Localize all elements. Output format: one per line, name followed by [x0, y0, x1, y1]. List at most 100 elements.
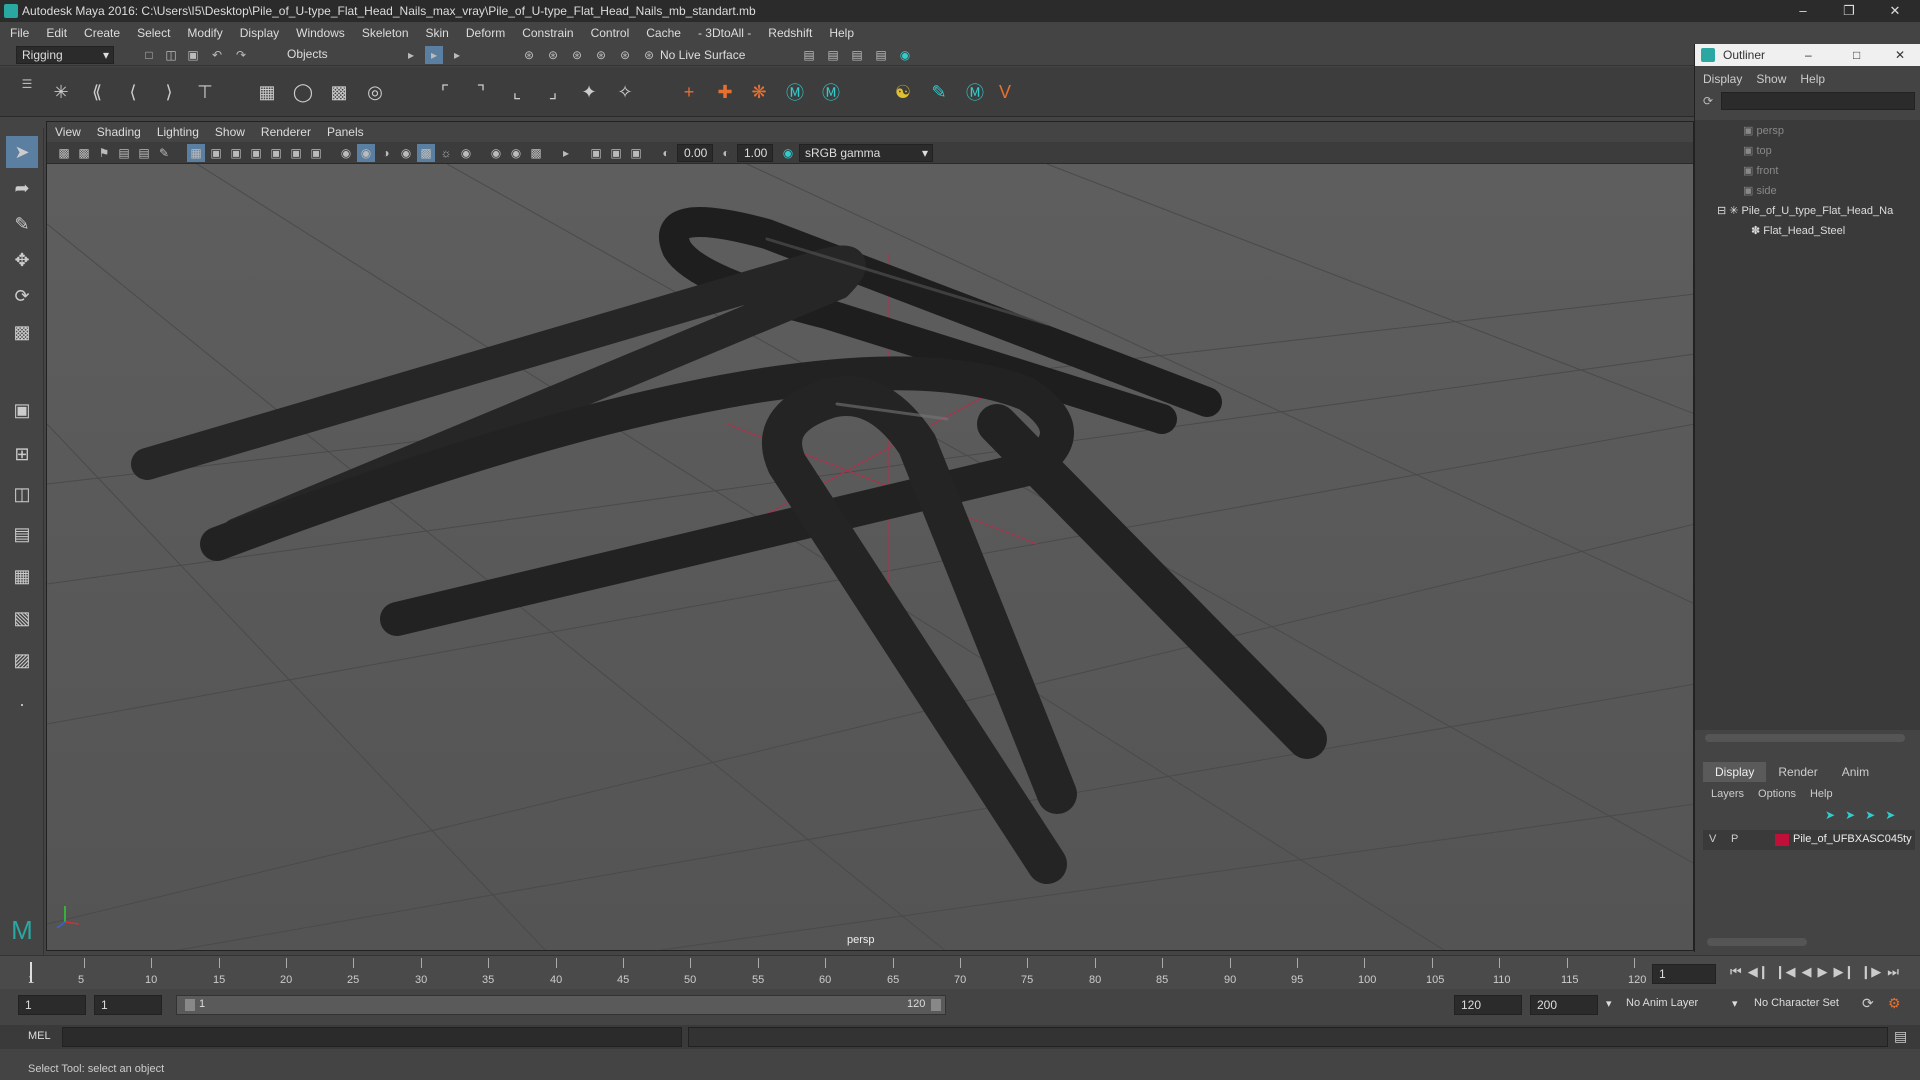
step-back-key-icon[interactable]: ◀❙ [1748, 964, 1769, 980]
xray-joints-icon[interactable]: ◉ [507, 144, 525, 162]
grease-pencil-icon[interactable]: ✎ [155, 144, 173, 162]
layer-playback-toggle[interactable]: P [1731, 833, 1738, 845]
select-object-icon[interactable]: ▸ [425, 46, 443, 64]
menu-3dtoall[interactable]: - 3DtoAll - [698, 26, 751, 40]
outliner-item-persp[interactable]: ▣ persp [1743, 124, 1784, 137]
joint-tool-icon[interactable]: ✳ [48, 79, 74, 105]
layer-move-up-icon[interactable]: ➤ [1825, 808, 1835, 822]
selection-mask-dropdown[interactable]: Objects [282, 46, 378, 64]
new-layer-selected-icon[interactable]: ➤ [1885, 808, 1895, 822]
range-slider[interactable]: 1 120 [176, 995, 946, 1015]
vp-menu-panels[interactable]: Panels [327, 125, 364, 139]
multisample-icon[interactable]: ▣ [587, 144, 605, 162]
toolbox-menu-icon[interactable]: · [6, 688, 38, 720]
menu-select[interactable]: Select [137, 26, 170, 40]
menu-deform[interactable]: Deform [466, 26, 505, 40]
outliner-minimize-button[interactable]: – [1805, 44, 1812, 66]
hud-icon[interactable]: ▸ [557, 144, 575, 162]
detach-skin-icon[interactable]: ⌟ [540, 79, 566, 105]
scale-tool-icon[interactable]: ▩ [6, 316, 38, 348]
layer-move-down-icon[interactable]: ➤ [1845, 808, 1855, 822]
resolution-gate-icon[interactable]: ▣ [227, 144, 245, 162]
color-management-icon[interactable]: ◉ [779, 144, 797, 162]
vp-menu-shading[interactable]: Shading [97, 125, 141, 139]
redo-icon[interactable]: ↷ [232, 46, 250, 64]
play-back-icon[interactable]: ◀ [1801, 964, 1811, 980]
bind-skin-icon[interactable]: ⌜ [432, 79, 458, 105]
exposure-icon[interactable]: ◐ [657, 144, 675, 162]
layer-menu-options[interactable]: Options [1758, 788, 1796, 800]
gate-mask-icon[interactable]: ▣ [247, 144, 265, 162]
select-tool-icon[interactable]: ➤ [6, 136, 38, 168]
outliner-menu-help[interactable]: Help [1800, 72, 1825, 86]
orient-joint-icon[interactable]: ⊤ [192, 79, 218, 105]
tab-render[interactable]: Render [1766, 762, 1829, 782]
layout-single-icon[interactable]: ▣ [6, 394, 38, 426]
ipr-render-icon[interactable]: ▤ [848, 46, 866, 64]
anim-layer-dropdown[interactable]: No Anim Layer [1626, 997, 1698, 1009]
outliner-refresh-icon[interactable]: ⟳ [1703, 94, 1717, 108]
outliner-h-scrollbar[interactable] [1705, 734, 1905, 742]
end-time-field[interactable]: 200 [1530, 995, 1598, 1015]
layout-graph-icon[interactable]: ▨ [6, 644, 38, 676]
layout-four-icon[interactable]: ⊞ [6, 438, 38, 470]
lattice-icon[interactable]: ▦ [254, 79, 280, 105]
character-control-icon[interactable]: Ⓜ [818, 79, 844, 105]
play-forward-icon[interactable]: ▶ [1817, 964, 1827, 980]
hik-icon[interactable]: Ⓜ [782, 79, 808, 105]
motion-blur-icon[interactable]: ▣ [607, 144, 625, 162]
save-scene-icon[interactable]: ▣ [184, 46, 202, 64]
menu-create[interactable]: Create [84, 26, 120, 40]
outliner-menu-show[interactable]: Show [1756, 72, 1786, 86]
bookmark-icon[interactable]: ⚑ [95, 144, 113, 162]
wire-icon[interactable]: ▩ [326, 79, 352, 105]
wireframe-icon[interactable]: ◉ [337, 144, 355, 162]
snap-point-icon[interactable]: ⊛ [568, 46, 586, 64]
snap-view-icon[interactable]: ⊛ [592, 46, 610, 64]
layer-menu-layers[interactable]: Layers [1711, 788, 1744, 800]
menu-file[interactable]: File [10, 26, 29, 40]
outliner-close-button[interactable]: ✕ [1895, 44, 1905, 66]
layout-outliner-icon[interactable]: ▧ [6, 602, 38, 634]
step-forward-icon[interactable]: ▶❙ [1833, 964, 1854, 980]
shadows-icon[interactable]: ☼ [437, 144, 455, 162]
render-settings-icon[interactable]: ▤ [872, 46, 890, 64]
auto-key-icon[interactable]: ⟳ [1862, 995, 1874, 1012]
grid-toggle-icon[interactable]: ▦ [187, 144, 205, 162]
menu-skeleton[interactable]: Skeleton [362, 26, 409, 40]
mode-dropdown[interactable]: Rigging ▾ [16, 46, 114, 64]
snap-plane-icon[interactable]: ⊛ [640, 46, 658, 64]
blend-shape-icon[interactable]: ✧ [612, 79, 638, 105]
layer-h-scrollbar[interactable] [1707, 938, 1807, 946]
layout-three-icon[interactable]: ▦ [6, 560, 38, 592]
go-to-end-icon[interactable]: ⏭ [1887, 964, 1899, 980]
chevron-down-icon[interactable]: ▾ [1606, 997, 1612, 1010]
menu-edit[interactable]: Edit [46, 26, 67, 40]
film-gate-icon[interactable]: ▣ [207, 144, 225, 162]
move-tool-icon[interactable]: ✥ [6, 244, 38, 276]
render-view-icon[interactable]: ▤ [800, 46, 818, 64]
tab-anim[interactable]: Anim [1830, 762, 1881, 782]
layer-visibility-toggle[interactable]: V [1709, 833, 1716, 845]
menu-constrain[interactable]: Constrain [522, 26, 573, 40]
vp-menu-lighting[interactable]: Lighting [157, 125, 199, 139]
3d-scene[interactable] [47, 164, 1694, 951]
point-constraint-icon[interactable]: + [676, 79, 702, 105]
interactive-bind-icon[interactable]: ⌞ [504, 79, 530, 105]
outliner-search-input[interactable] [1721, 92, 1915, 110]
camera-lock-icon[interactable]: ▩ [75, 144, 93, 162]
use-lights-icon[interactable]: ▩ [417, 144, 435, 162]
hypershade-icon[interactable]: ◉ [896, 46, 914, 64]
character-set-dropdown[interactable]: No Character Set [1754, 997, 1839, 1009]
range-end-handle[interactable] [931, 999, 941, 1011]
undo-icon[interactable]: ↶ [208, 46, 226, 64]
menu-redshift[interactable]: Redshift [768, 26, 812, 40]
command-input[interactable] [62, 1027, 682, 1047]
ambient-occlusion-icon[interactable]: ◉ [457, 144, 475, 162]
paint-tool-icon[interactable]: ✎ [926, 79, 952, 105]
safe-title-icon[interactable]: ▣ [307, 144, 325, 162]
restore-button[interactable]: ❐ [1826, 0, 1872, 22]
menu-modify[interactable]: Modify [187, 26, 222, 40]
playback-end-field[interactable]: 120 [1454, 995, 1522, 1015]
pose-editor-icon[interactable]: ☯ [890, 79, 916, 105]
